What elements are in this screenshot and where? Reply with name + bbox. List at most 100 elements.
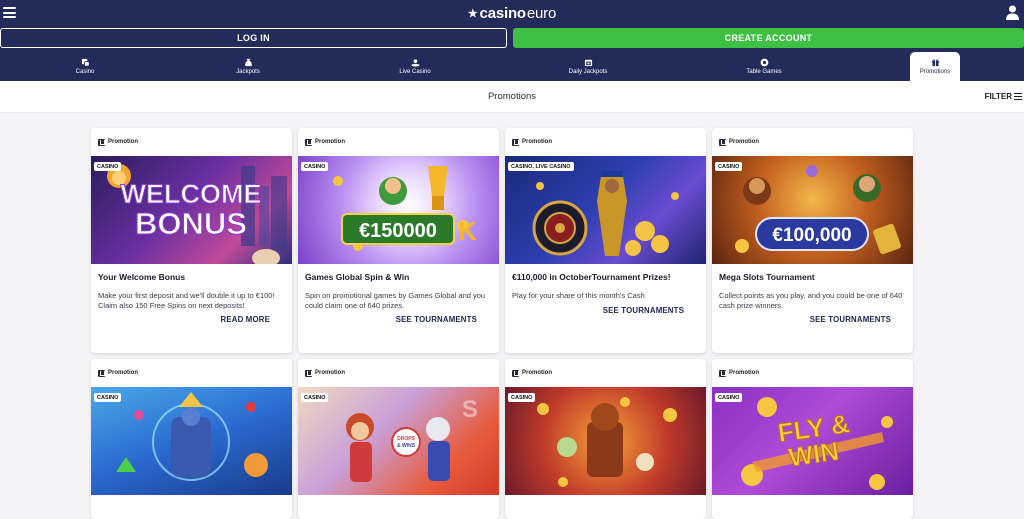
banner-art: €150000 K (333, 166, 477, 251)
card-banner-image[interactable]: WELCOME BONUS CASINO (91, 156, 292, 264)
card-tag: Promotion (298, 128, 499, 156)
card-title: Games Global Spin & Win (305, 272, 410, 282)
banner-prize-text: €100,000 (772, 225, 851, 246)
card-description: Play for your share of this month's Cash (512, 291, 645, 300)
nav-label-live-casino: Live Casino (399, 69, 431, 75)
card-banner-image[interactable]: CASINO, LIVE CASINO (505, 156, 706, 264)
see-tournaments-link[interactable]: SEE TOURNAMENTS (719, 315, 906, 324)
filter-label: FILTER (984, 92, 1012, 101)
promo-card[interactable]: Promotion €150000 K CASINO Games Global … (298, 128, 499, 353)
top-bar: ★ casino euro (0, 0, 1024, 27)
promotion-icon (305, 138, 312, 146)
logo-sub-text: euro (526, 5, 557, 22)
filter-icon (1014, 93, 1022, 100)
category-badge: CASINO (715, 162, 743, 171)
filter-button[interactable]: FILTER (985, 92, 1022, 101)
card-description: Make your first deposit and we'll double… (98, 291, 275, 311)
promotion-icon (512, 369, 519, 377)
svg-text:& WINS: & WINS (397, 443, 416, 449)
banner-art (116, 392, 268, 481)
casinoeuro-logo[interactable]: ★ casino euro (468, 5, 556, 22)
card-tag-label: Promotion (522, 139, 552, 145)
card-tag-label: Promotion (315, 370, 345, 376)
svg-text:WIN: WIN (787, 436, 841, 473)
promotion-icon (98, 138, 105, 146)
login-button[interactable]: LOG IN (0, 28, 507, 48)
card-banner-image[interactable]: CASINO (91, 387, 292, 495)
nav-item-daily-jackpots[interactable]: Daily Jackpots (562, 52, 614, 81)
card-tag: Promotion (712, 359, 913, 387)
promotion-icon (305, 369, 312, 377)
calendar-icon (584, 59, 592, 67)
card-title: €110,000 in OctoberTournament Prizes! (512, 272, 671, 282)
card-tag: Promotion (505, 359, 706, 387)
banner-art: FLY & WIN (741, 397, 893, 490)
card-tag-label: Promotion (108, 139, 138, 145)
promo-card[interactable]: Promotion €100,000 CASINO Mega Slots Tou… (712, 128, 913, 353)
nav-item-promotions[interactable]: Promotions (910, 52, 960, 81)
promotion-icon (98, 369, 105, 377)
banner-art: WELCOME BONUS (107, 164, 287, 264)
nav-label-jackpots: Jackpots (236, 69, 260, 75)
card-description: Collect points as you play, and you coul… (719, 291, 903, 311)
card-banner-image[interactable]: €150000 K CASINO (298, 156, 499, 264)
hamburger-menu-icon[interactable] (3, 7, 16, 18)
card-tag: Promotion (91, 359, 292, 387)
svg-text:K: K (458, 216, 477, 246)
promo-card[interactable]: Promotion WELCOME BONUS CASINO Your Welc… (91, 128, 292, 353)
nav-item-jackpots[interactable]: Jackpots (228, 52, 268, 81)
see-tournaments-link[interactable]: SEE TOURNAMENTS (512, 306, 699, 315)
card-tag: Promotion (712, 128, 913, 156)
see-tournaments-link[interactable]: SEE TOURNAMENTS (305, 315, 492, 324)
category-badge: CASINO (715, 393, 743, 402)
category-badge: CASINO (301, 393, 329, 402)
banner-prize-text: €150000 (359, 220, 437, 242)
logo-main-text: casino (479, 5, 527, 22)
svg-text:WELCOME: WELCOME (121, 179, 262, 209)
money-bag-icon (244, 58, 252, 67)
card-banner-image[interactable]: FLY & WIN CASINO (712, 387, 913, 495)
promotions-subheader: Promotions FILTER (0, 81, 1024, 113)
card-tag-label: Promotion (315, 139, 345, 145)
category-badge: CASINO (94, 162, 122, 171)
star-icon: ★ (467, 8, 478, 20)
promo-card[interactable]: Promotion FLY & WIN CASINO (712, 359, 913, 519)
card-description: Spin on promotional games by Games Globa… (305, 291, 486, 311)
promo-card[interactable]: Promotion CASINO (505, 359, 706, 519)
svg-text:S: S (462, 396, 478, 423)
nav-label-daily-jackpots: Daily Jackpots (568, 69, 608, 75)
category-badge: CASINO (508, 393, 536, 402)
card-title: Mega Slots Tournament (719, 272, 815, 282)
nav-label-casino: Casino (75, 69, 95, 75)
nav-item-casino[interactable]: Casino (65, 52, 105, 81)
banner-art: €100,000 (735, 165, 901, 255)
dealer-icon (410, 59, 420, 67)
card-title: Your Welcome Bonus (98, 272, 186, 282)
card-tag: Promotion (505, 128, 706, 156)
promo-card[interactable]: Promotion CASINO (91, 359, 292, 519)
user-account-icon[interactable] (1006, 5, 1019, 20)
nav-item-table-games[interactable]: Table Games (740, 52, 788, 81)
auth-row: LOG IN CREATE ACCOUNT (0, 27, 1024, 52)
banner-art (532, 171, 679, 256)
card-tag-label: Promotion (522, 370, 552, 376)
chip-icon (760, 58, 768, 67)
nav-label-promotions: Promotions (919, 69, 951, 75)
card-banner-image[interactable]: DROPS & WINS S CASINO (298, 387, 499, 495)
card-banner-image[interactable]: CASINO (505, 387, 706, 495)
card-tag: Promotion (91, 128, 292, 156)
nav-item-live-casino[interactable]: Live Casino (390, 52, 440, 81)
card-banner-image[interactable]: €100,000 CASINO (712, 156, 913, 264)
category-badge: CASINO (301, 162, 329, 171)
promo-card[interactable]: Promotion DROPS & WINS S CASINO (298, 359, 499, 519)
promo-card[interactable]: Promotion CASINO, LIVE CASINO €110,000 i… (505, 128, 706, 353)
promotion-icon (719, 369, 726, 377)
svg-text:BONUS: BONUS (135, 206, 247, 241)
promotion-icon (719, 138, 726, 146)
dice-icon (81, 58, 89, 67)
card-tag-label: Promotion (108, 370, 138, 376)
create-account-button[interactable]: CREATE ACCOUNT (513, 28, 1024, 48)
promotion-icon (512, 138, 519, 146)
card-tag-label: Promotion (729, 370, 759, 376)
read-more-link[interactable]: READ MORE (98, 315, 285, 324)
